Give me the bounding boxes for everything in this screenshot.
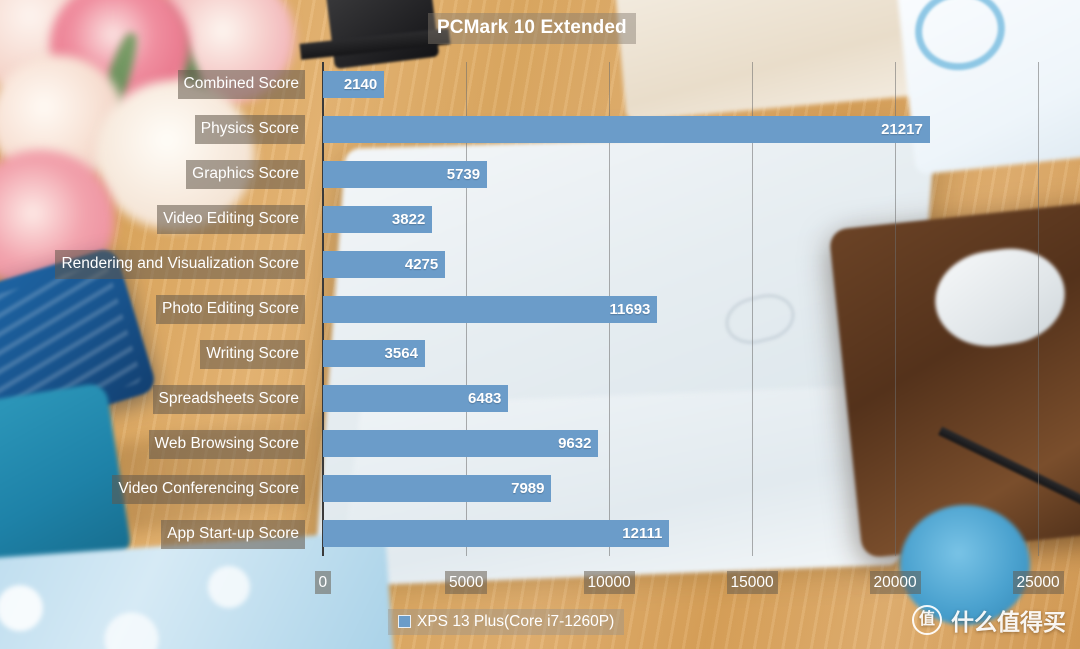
bar-value-label: 2140 xyxy=(343,75,378,93)
category-label-text: App Start-up Score xyxy=(161,519,305,549)
bar-value-label: 11693 xyxy=(609,300,651,318)
axis-tick-label: 25000 xyxy=(1012,571,1064,594)
chart-legend[interactable]: XPS 13 Plus(Core i7-1260P) xyxy=(388,609,625,635)
category-label-text: Physics Score xyxy=(194,115,305,145)
bar-value-label: 5739 xyxy=(446,165,481,183)
bar-value-label: 21217 xyxy=(881,120,923,138)
category-label-text: Photo Editing Score xyxy=(155,295,305,324)
bar[interactable]: 12111 xyxy=(323,520,670,548)
bar-value-label: 4275 xyxy=(404,255,439,273)
bar-value-label: 3822 xyxy=(391,210,426,228)
bar[interactable]: 21217 xyxy=(323,115,930,143)
category-label-text: Rendering and Visualization Score xyxy=(55,250,305,280)
bar-value-label: 12111 xyxy=(622,525,663,543)
category-label-text: Writing Score xyxy=(200,339,305,369)
category-label: Rendering and Visualization Score xyxy=(0,250,305,280)
category-label-text: Video Conferencing Score xyxy=(112,474,305,504)
axis-tick-label: 20000 xyxy=(869,571,921,594)
watermark-logo-icon: 值 xyxy=(912,605,942,635)
category-label-text: Video Editing Score xyxy=(157,205,305,235)
category-label: Writing Score xyxy=(0,339,305,369)
bar[interactable]: 7989 xyxy=(323,475,552,503)
category-label: Spreadsheets Score xyxy=(0,384,305,414)
category-label: Photo Editing Score xyxy=(0,295,305,324)
bar[interactable]: 5739 xyxy=(323,160,488,188)
axis-tick-label: 15000 xyxy=(726,571,778,594)
bar-chart: PCMark 10 Extended 2140 21217 5739 3822 4275… xyxy=(0,0,1080,649)
category-label: Graphics Score xyxy=(0,160,305,190)
bar-value-label: 3564 xyxy=(384,345,418,363)
category-label-text: Web Browsing Score xyxy=(148,429,305,459)
watermark-text: 什么值得买 xyxy=(951,609,1066,635)
bar-value-label: 7989 xyxy=(511,480,545,498)
bar[interactable]: 2140 xyxy=(323,70,385,98)
category-label: Video Editing Score xyxy=(0,205,305,235)
bar-value-label: 9632 xyxy=(558,435,592,453)
bar[interactable]: 9632 xyxy=(323,430,599,458)
bar[interactable]: 3564 xyxy=(323,340,425,368)
bar-value-label: 6483 xyxy=(468,390,502,408)
axis-tick-label: 10000 xyxy=(583,571,635,594)
category-label: Web Browsing Score xyxy=(0,429,305,459)
category-label-text: Graphics Score xyxy=(186,160,305,190)
category-label: Video Conferencing Score xyxy=(0,474,305,504)
axis-tick-label: 0 xyxy=(314,571,332,594)
bar[interactable]: 11693 xyxy=(323,295,658,323)
chart-title: PCMark 10 Extended xyxy=(428,13,636,44)
category-label-text: Combined Score xyxy=(177,70,305,100)
bar[interactable]: 3822 xyxy=(323,205,433,233)
category-label-text: Spreadsheets Score xyxy=(152,384,305,414)
axis-tick-label: 5000 xyxy=(445,571,488,594)
bar[interactable]: 6483 xyxy=(323,385,509,413)
legend-label: XPS 13 Plus(Core i7-1260P) xyxy=(417,612,615,630)
site-watermark: 值 什么值得买 xyxy=(912,603,1066,637)
category-label: Physics Score xyxy=(0,115,305,145)
legend-swatch-icon xyxy=(398,615,411,628)
category-label: App Start-up Score xyxy=(0,519,305,549)
gridline xyxy=(1038,62,1039,556)
category-label: Combined Score xyxy=(0,70,305,100)
bar[interactable]: 4275 xyxy=(323,250,446,278)
